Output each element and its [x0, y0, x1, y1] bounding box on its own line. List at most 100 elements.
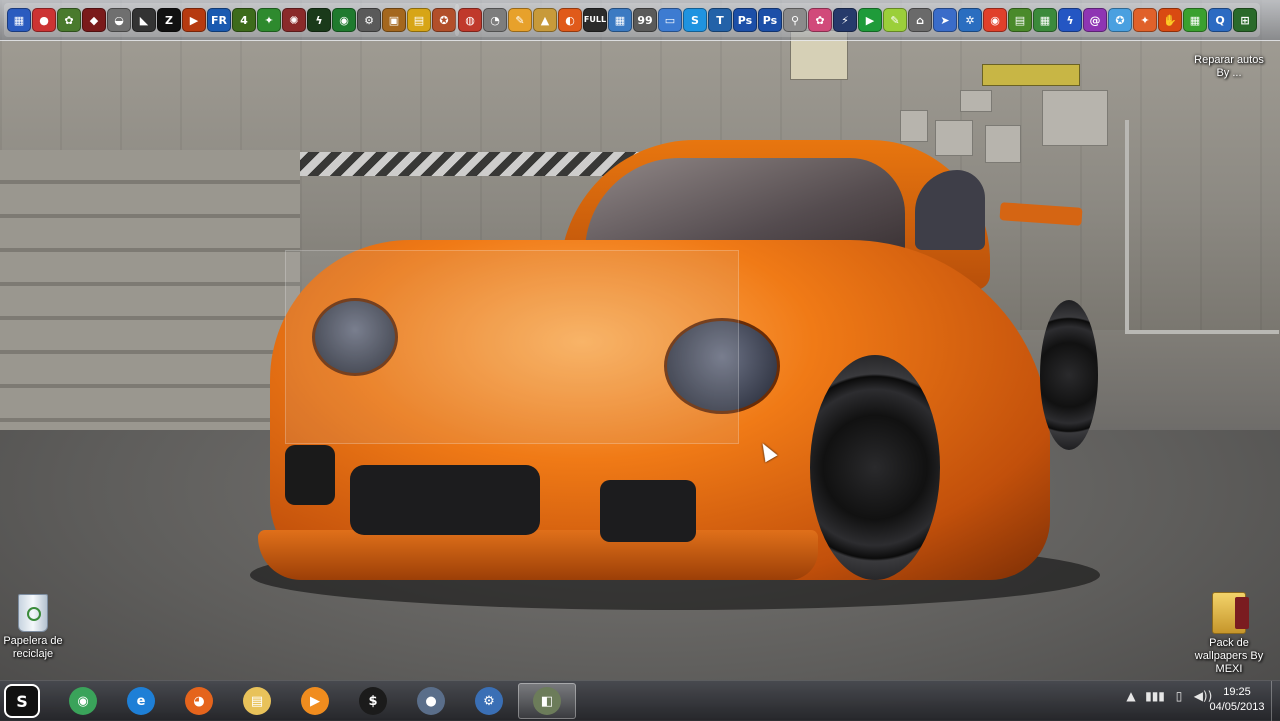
app-r12-launcher-icon[interactable]: Ps	[733, 8, 757, 32]
taskbar-item-internet-explorer[interactable]: e	[112, 683, 170, 719]
recycle-bin-icon	[18, 594, 48, 632]
app-orb-icon: ●	[417, 687, 445, 715]
app-r14-launcher-icon[interactable]: ⚲	[783, 8, 807, 32]
app-r4-launcher-icon[interactable]: ▲	[533, 8, 557, 32]
app-r9-launcher-icon[interactable]: ▭	[658, 8, 682, 32]
desktop-icon-recycle-bin[interactable]: Papelera de reciclaje	[0, 594, 70, 661]
show-hidden-icons-icon[interactable]: ▲	[1124, 689, 1138, 703]
app-r7-launcher-icon[interactable]: ▦	[608, 8, 632, 32]
network-icon[interactable]: ▮▮▮	[1145, 689, 1165, 703]
desktop-icon-label: Pack de wallpapers By MEXI	[1194, 637, 1264, 675]
taskbar-item-firefox[interactable]: ◕	[170, 683, 228, 719]
media-player-icon: ▶	[301, 687, 329, 715]
car-front-splitter	[258, 530, 818, 580]
taskbar-item-app-s[interactable]: $	[344, 683, 402, 719]
car-grille	[350, 465, 540, 535]
app-r22-launcher-icon[interactable]: ◉	[983, 8, 1007, 32]
electrical-box	[1042, 90, 1108, 146]
app-r1-launcher-icon[interactable]: ◍	[458, 8, 482, 32]
start-button[interactable]: S	[0, 682, 44, 720]
top-launcher-bar: ▦ ● ✿ ◆ ◒ ◣ Z ▶ FR 4 ✦ ✺ ϟ ◉ ⚙ ▣ ▤ ✪ ◍ ◔ ✎ ▲ ◐ FULL ▦ 99 ▭ S T Ps Ps ⚲…	[0, 0, 1280, 41]
start-orb-icon: S	[4, 684, 40, 718]
app-r32-launcher-icon[interactable]: ⊞	[1233, 8, 1257, 32]
taskbar-item-app-gear[interactable]: ⚙	[460, 683, 518, 719]
app-6-launcher-icon[interactable]: ◣	[132, 8, 156, 32]
folder-icon	[1212, 592, 1249, 634]
app-5-launcher-icon[interactable]: ◒	[107, 8, 131, 32]
car-rear-wheel	[1040, 300, 1098, 450]
app-1-launcher-icon[interactable]: ▦	[7, 8, 31, 32]
taskbar-item-app-window[interactable]: ◧	[518, 683, 576, 719]
desktop-icon-label: Reparar autos By ...	[1194, 54, 1264, 79]
app-9-launcher-icon[interactable]: FR	[207, 8, 231, 32]
app-r6-launcher-icon[interactable]: FULL	[583, 8, 607, 32]
app-r11-launcher-icon[interactable]: T	[708, 8, 732, 32]
app-r26-launcher-icon[interactable]: @	[1083, 8, 1107, 32]
app-r30-launcher-icon[interactable]: ▦	[1183, 8, 1207, 32]
app-window-icon: ◧	[533, 687, 561, 715]
app-15-launcher-icon[interactable]: ⚙	[357, 8, 381, 32]
clock-time: 19:25	[1223, 686, 1251, 698]
clock[interactable]: 19:25 04/05/2013	[1204, 685, 1270, 715]
concrete-stairs	[0, 150, 300, 470]
chrome-icon: ◉	[69, 687, 97, 715]
app-r20-launcher-icon[interactable]: ➤	[933, 8, 957, 32]
app-11-launcher-icon[interactable]: ✦	[257, 8, 281, 32]
app-r19-launcher-icon[interactable]: ⌂	[908, 8, 932, 32]
app-gear-icon: ⚙	[475, 687, 503, 715]
taskbar-item-app-orb[interactable]: ●	[402, 683, 460, 719]
app-r10-launcher-icon[interactable]: S	[683, 8, 707, 32]
app-17-launcher-icon[interactable]: ▤	[407, 8, 431, 32]
app-2-launcher-icon[interactable]: ●	[32, 8, 56, 32]
app-r13-launcher-icon[interactable]: Ps	[758, 8, 782, 32]
battery-icon[interactable]: ▯	[1172, 689, 1186, 703]
taskbar-item-chrome[interactable]: ◉	[54, 683, 112, 719]
app-r28-launcher-icon[interactable]: ✦	[1133, 8, 1157, 32]
app-13-launcher-icon[interactable]: ϟ	[307, 8, 331, 32]
app-14-launcher-icon[interactable]: ◉	[332, 8, 356, 32]
app-r23-launcher-icon[interactable]: ▤	[1008, 8, 1032, 32]
app-10-launcher-icon[interactable]: 4	[232, 8, 256, 32]
file-explorer-icon: ▤	[243, 687, 271, 715]
app-r21-launcher-icon[interactable]: ✲	[958, 8, 982, 32]
app-r8-launcher-icon[interactable]: 99	[633, 8, 657, 32]
app-r16-launcher-icon[interactable]: ⚡	[833, 8, 857, 32]
app-r18-launcher-icon[interactable]: ✎	[883, 8, 907, 32]
app-r17-launcher-icon[interactable]: ▶	[858, 8, 882, 32]
car-intake-right	[600, 480, 696, 542]
app-r3-launcher-icon[interactable]: ✎	[508, 8, 532, 32]
app-16-launcher-icon[interactable]: ▣	[382, 8, 406, 32]
yellow-sign	[982, 64, 1080, 86]
car-front-wheel	[810, 355, 940, 580]
app-r5-launcher-icon[interactable]: ◐	[558, 8, 582, 32]
app-4-launcher-icon[interactable]: ◆	[82, 8, 106, 32]
app-r15-launcher-icon[interactable]: ✿	[808, 8, 832, 32]
app-8-launcher-icon[interactable]: ▶	[182, 8, 206, 32]
electrical-box	[935, 120, 973, 156]
taskbar: S ◉ e ◕ ▤ ▶ $ ● ⚙ ◧ ▲ ▮▮▮ ▯ ◀)) 19:25 04/05/2013	[0, 680, 1280, 721]
taskbar-item-file-explorer[interactable]: ▤	[228, 683, 286, 719]
app-r25-launcher-icon[interactable]: ϟ	[1058, 8, 1082, 32]
desktop-wallpaper	[0, 0, 1280, 720]
taskbar-pinned-items: ◉ e ◕ ▤ ▶ $ ● ⚙ ◧	[54, 683, 576, 719]
app-7-launcher-icon[interactable]: Z	[157, 8, 181, 32]
app-r2-launcher-icon[interactable]: ◔	[483, 8, 507, 32]
app-18-launcher-icon[interactable]: ✪	[432, 8, 456, 32]
car-intake-left	[285, 445, 335, 505]
app-3-launcher-icon[interactable]: ✿	[57, 8, 81, 32]
clock-date: 04/05/2013	[1209, 701, 1265, 713]
desktop-icon-label: Papelera de reciclaje	[3, 635, 63, 660]
app-12-launcher-icon[interactable]: ✺	[282, 8, 306, 32]
desktop-icon-wallpaper-pack[interactable]: Pack de wallpapers By MEXI	[1192, 592, 1266, 676]
electrical-box	[960, 90, 992, 112]
desktop-icon-repair-cars[interactable]: Reparar autos By ...	[1192, 54, 1266, 80]
taskbar-item-media-player[interactable]: ▶	[286, 683, 344, 719]
system-tray: ▲ ▮▮▮ ▯ ◀))	[1124, 689, 1212, 703]
app-r31-launcher-icon[interactable]: Q	[1208, 8, 1232, 32]
app-r27-launcher-icon[interactable]: ✪	[1108, 8, 1132, 32]
translucent-overlay-panel	[285, 250, 739, 444]
app-r24-launcher-icon[interactable]: ▦	[1033, 8, 1057, 32]
app-r29-launcher-icon[interactable]: ✋	[1158, 8, 1182, 32]
launcher-group-right: ◍ ◔ ✎ ▲ ◐ FULL ▦ 99 ▭ S T Ps Ps ⚲ ✿ ⚡ ▶ ✎ ⌂ ➤ ✲ ◉ ▤ ▦ ϟ @ ✪ ✦ ✋ ▦ Q ⊞	[455, 3, 1260, 37]
show-desktop-button[interactable]	[1271, 681, 1280, 721]
